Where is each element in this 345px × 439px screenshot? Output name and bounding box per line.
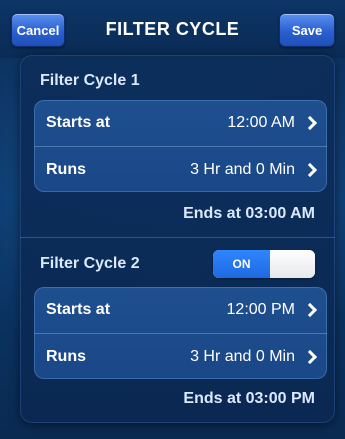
filter-cycle-2-ends-text: Ends at 03:00 PM bbox=[183, 390, 315, 407]
header-bar: Cancel FILTER CYCLE Save bbox=[0, 0, 345, 58]
filter-cycle-2-group: Starts at 12:00 PM Runs 3 Hr and 0 Min bbox=[34, 287, 327, 379]
starts-at-value: 12:00 AM bbox=[227, 114, 318, 132]
runs-duration: 3 Hr and 0 Min bbox=[190, 161, 295, 178]
starts-at-time: 12:00 AM bbox=[227, 114, 295, 131]
filter-cycle-1-group: Starts at 12:00 AM Runs 3 Hr and 0 Min bbox=[34, 100, 327, 192]
runs-label: Runs bbox=[46, 348, 86, 365]
chevron-right-icon bbox=[302, 162, 318, 178]
filter-cycle-1-runs-row[interactable]: Runs 3 Hr and 0 Min bbox=[34, 146, 327, 193]
runs-value: 3 Hr and 0 Min bbox=[190, 348, 318, 366]
chevron-right-icon bbox=[302, 302, 318, 318]
filter-cycle-2-runs-row[interactable]: Runs 3 Hr and 0 Min bbox=[34, 333, 327, 380]
runs-duration: 3 Hr and 0 Min bbox=[190, 348, 295, 365]
runs-value: 3 Hr and 0 Min bbox=[190, 161, 318, 179]
filter-cycle-2-starts-row[interactable]: Starts at 12:00 PM bbox=[34, 287, 327, 333]
runs-label: Runs bbox=[46, 161, 86, 178]
starts-at-value: 12:00 PM bbox=[226, 301, 318, 319]
section-divider bbox=[20, 237, 335, 238]
filter-cycles-panel: Filter Cycle 1 Starts at 12:00 AM Runs 3… bbox=[20, 55, 335, 423]
starts-at-label: Starts at bbox=[46, 114, 111, 131]
chevron-right-icon bbox=[302, 349, 318, 365]
filter-cycle-screen: Cancel FILTER CYCLE Save Filter Cycle 1 … bbox=[0, 0, 345, 439]
filter-cycle-2-toggle[interactable]: ON bbox=[213, 250, 315, 278]
filter-cycle-2-title: Filter Cycle 2 bbox=[40, 255, 140, 272]
toggle-on-label: ON bbox=[213, 250, 270, 278]
starts-at-label: Starts at bbox=[46, 301, 111, 318]
filter-cycle-1-starts-row[interactable]: Starts at 12:00 AM bbox=[34, 100, 327, 146]
starts-at-time: 12:00 PM bbox=[226, 301, 295, 318]
save-button[interactable]: Save bbox=[279, 13, 335, 47]
chevron-right-icon bbox=[302, 115, 318, 131]
filter-cycle-1-ends-text: Ends at 03:00 AM bbox=[183, 205, 315, 222]
filter-cycle-1-title: Filter Cycle 1 bbox=[40, 72, 140, 89]
toggle-knob bbox=[270, 250, 315, 278]
